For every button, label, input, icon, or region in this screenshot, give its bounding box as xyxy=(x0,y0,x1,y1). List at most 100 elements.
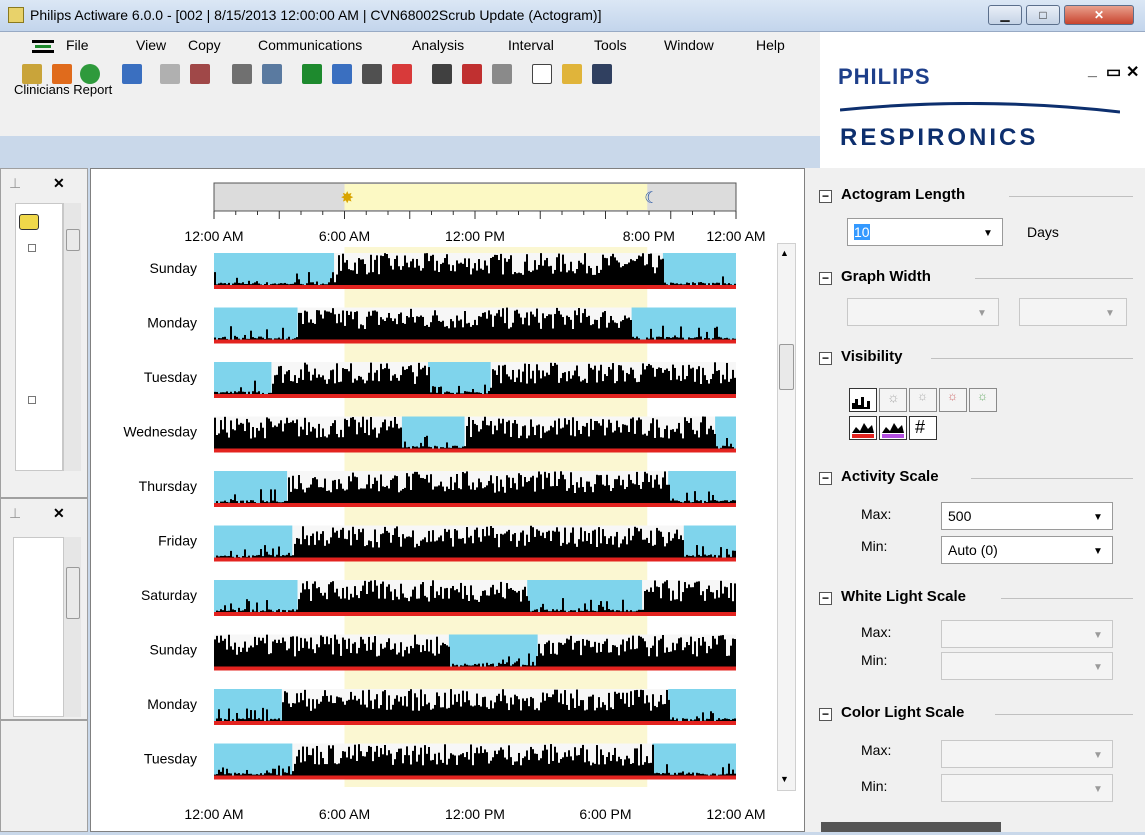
scroll-thumb[interactable] xyxy=(779,344,794,390)
activity-max-select[interactable]: 500 xyxy=(941,502,1113,530)
activity-bar xyxy=(554,746,556,776)
menu-help[interactable]: Help xyxy=(756,37,785,53)
collapse-icon[interactable]: − xyxy=(819,190,832,203)
actogram-length-select[interactable]: 10 xyxy=(847,218,1003,246)
pane-close-icon[interactable]: ✕ xyxy=(53,175,65,192)
activity-bar xyxy=(514,533,516,558)
collapse-icon[interactable]: − xyxy=(819,352,832,365)
dropdown-arrow-icon[interactable]: ▼ xyxy=(1093,662,1103,673)
white-light-min-select[interactable] xyxy=(941,652,1113,680)
mdi-child-icon[interactable] xyxy=(32,38,54,54)
refresh-icon[interactable] xyxy=(80,64,100,84)
graph-icon[interactable] xyxy=(392,64,412,84)
white-light-max-select[interactable] xyxy=(941,620,1113,648)
download-icon[interactable] xyxy=(22,64,42,84)
dropdown-arrow-icon[interactable]: ▼ xyxy=(1093,512,1103,523)
interval-visibility-toggle[interactable] xyxy=(879,416,907,440)
dropdown-arrow-icon[interactable]: ▼ xyxy=(1093,784,1103,795)
menu-communications[interactable]: Communications xyxy=(258,37,362,53)
list-tree-icon[interactable] xyxy=(232,64,252,84)
dropdown-arrow-icon[interactable]: ▼ xyxy=(1093,750,1103,761)
save-icon[interactable] xyxy=(592,64,612,84)
dropdown-arrow-icon[interactable]: ▼ xyxy=(1093,630,1103,641)
properties-list[interactable] xyxy=(13,537,65,717)
statistics-icon[interactable] xyxy=(362,64,382,84)
collapse-icon[interactable]: − xyxy=(819,592,832,605)
close-button[interactable]: ✕ xyxy=(1064,5,1134,25)
dropdown-arrow-icon[interactable]: ▼ xyxy=(1105,308,1115,319)
new-file-icon[interactable] xyxy=(532,64,552,84)
collapse-icon[interactable]: − xyxy=(819,708,832,721)
tree-expander[interactable] xyxy=(28,244,36,252)
activity-bar xyxy=(290,610,292,612)
menu-analysis[interactable]: Analysis xyxy=(412,37,464,53)
pin-icon[interactable]: ⊥ xyxy=(9,175,21,192)
white-light-visibility-toggle[interactable]: ☼ xyxy=(909,388,937,412)
scroll-down-icon[interactable]: ▼ xyxy=(780,774,789,784)
swap-icon[interactable] xyxy=(122,64,142,84)
actogram-scrollbar[interactable]: ▲ ▼ xyxy=(777,243,796,791)
mdi-restore-button[interactable]: ▭ xyxy=(1106,62,1121,82)
explorer-scrollbar[interactable] xyxy=(63,203,81,471)
activity-bar xyxy=(498,491,500,503)
activity-visibility-toggle[interactable] xyxy=(849,388,877,412)
actogram-icon[interactable] xyxy=(302,64,322,84)
dropdown-arrow-icon[interactable]: ▼ xyxy=(1093,546,1103,557)
activity-bar xyxy=(480,268,482,285)
activity-bar xyxy=(362,259,364,285)
table-icon[interactable] xyxy=(332,64,352,84)
activity-bar xyxy=(244,719,246,721)
color-light-min-select[interactable] xyxy=(941,774,1113,802)
menu-tools[interactable]: Tools xyxy=(594,37,627,53)
red-light-visibility-toggle[interactable]: ☼ xyxy=(939,388,967,412)
copy-icon[interactable] xyxy=(492,64,512,84)
grid-visibility-toggle[interactable]: # xyxy=(909,416,937,440)
color-light-max-select[interactable] xyxy=(941,740,1113,768)
scroll-thumb[interactable] xyxy=(66,567,80,619)
export-icon[interactable] xyxy=(462,64,482,84)
collapse-icon[interactable]: − xyxy=(819,272,832,285)
actogram-chart[interactable]: ✸ ☾12:00 AM 6:00 AM 12:00 PM 8:00 PM 12:00 AM… xyxy=(91,169,804,831)
menu-window[interactable]: Window xyxy=(664,37,714,53)
activity-bar xyxy=(620,432,622,449)
menu-copy[interactable]: Copy xyxy=(188,37,221,53)
tree-expander[interactable] xyxy=(28,396,36,404)
top-axis-label: 6:00 AM xyxy=(319,228,370,244)
menu-view[interactable]: View xyxy=(136,37,166,53)
open-folder-icon[interactable] xyxy=(562,64,582,84)
green-light-visibility-toggle[interactable]: ☼ xyxy=(969,388,997,412)
dropdown-arrow-icon[interactable]: ▼ xyxy=(983,228,993,239)
device-icon[interactable] xyxy=(52,64,72,84)
sun-visibility-toggle[interactable]: ☼ xyxy=(879,388,907,412)
activity-min-select[interactable]: Auto (0) xyxy=(941,536,1113,564)
print-icon[interactable] xyxy=(432,64,452,84)
collapse-icon[interactable]: − xyxy=(819,472,832,485)
menu-file[interactable]: File xyxy=(66,37,89,53)
activity-bar xyxy=(222,429,224,449)
properties-scrollbar[interactable] xyxy=(63,537,81,717)
pane-close-icon[interactable]: ✕ xyxy=(53,505,65,522)
activity-bar xyxy=(480,541,482,558)
activity-bar xyxy=(402,447,404,449)
activity-bar xyxy=(248,718,250,721)
maximize-button[interactable]: □ xyxy=(1026,5,1060,25)
sleep-interval xyxy=(715,416,736,449)
offwrist-visibility-toggle[interactable] xyxy=(849,416,877,440)
explorer-tree[interactable] xyxy=(15,203,63,471)
scroll-thumb[interactable] xyxy=(66,229,80,251)
pin-icon[interactable]: ⊥ xyxy=(9,505,21,522)
mdi-minimize-button[interactable]: _ xyxy=(1088,62,1097,80)
activity-bar xyxy=(248,391,250,394)
minimize-button[interactable]: ▁ xyxy=(988,5,1022,25)
activity-bar xyxy=(300,637,302,667)
activity-bar xyxy=(704,554,706,558)
filter-icon[interactable] xyxy=(190,64,210,84)
properties-icon[interactable] xyxy=(160,64,180,84)
edit-report-icon[interactable] xyxy=(262,64,282,84)
menu-interval[interactable]: Interval xyxy=(508,37,554,53)
scroll-up-icon[interactable]: ▲ xyxy=(780,248,789,258)
mdi-close-button[interactable]: ✕ xyxy=(1126,62,1139,82)
dropdown-arrow-icon[interactable]: ▼ xyxy=(977,308,987,319)
clinicians-report-tab[interactable]: Clinicians Report xyxy=(14,82,112,97)
activity-bar xyxy=(322,636,324,667)
